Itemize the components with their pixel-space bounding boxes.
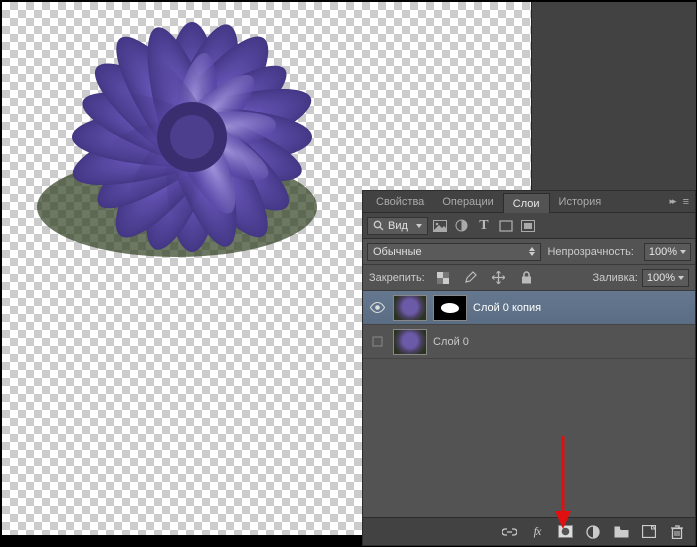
layers-panel: Свойства Операции Слои История ▸▸ ≡ Вид …	[362, 190, 696, 546]
layer-list[interactable]: Слой 0 копия Слой 0	[363, 291, 695, 517]
lock-pixels-icon[interactable]	[461, 268, 481, 288]
collapse-icon[interactable]: ▸▸	[670, 196, 675, 207]
layer-row[interactable]: Слой 0	[363, 325, 695, 359]
new-layer-icon[interactable]	[641, 524, 657, 540]
layer-thumbnail[interactable]	[393, 295, 427, 321]
lock-label: Закрепить:	[369, 272, 425, 284]
lock-all-icon[interactable]	[517, 268, 537, 288]
layer-thumbnail[interactable]	[393, 329, 427, 355]
new-group-icon[interactable]	[613, 524, 629, 540]
visibility-toggle[interactable]	[367, 336, 387, 347]
visibility-off-icon	[372, 336, 383, 347]
chevron-down-icon	[680, 250, 686, 254]
chevron-down-icon	[678, 276, 684, 280]
filter-smart-icon[interactable]	[518, 216, 538, 236]
filter-shape-icon[interactable]	[496, 216, 516, 236]
tab-history[interactable]: История	[550, 192, 611, 211]
add-mask-icon[interactable]	[557, 524, 573, 540]
eye-icon	[370, 302, 385, 313]
layer-name[interactable]: Слой 0	[433, 336, 469, 348]
lock-position-icon[interactable]	[489, 268, 509, 288]
blend-mode-value: Обычные	[373, 246, 422, 258]
blend-opacity-row: Обычные Непрозрачность: 100%	[363, 239, 695, 265]
filter-kind-label: Вид	[388, 220, 408, 232]
fill-value: 100%	[647, 272, 675, 284]
layer-row[interactable]: Слой 0 копия	[363, 291, 695, 325]
lock-transparency-icon[interactable]	[433, 268, 453, 288]
tab-layers[interactable]: Слои	[503, 193, 550, 213]
search-icon	[373, 220, 384, 231]
layer-name[interactable]: Слой 0 копия	[473, 302, 541, 314]
tab-properties[interactable]: Свойства	[367, 192, 433, 211]
fill-label: Заливка:	[592, 272, 637, 284]
filter-adjustment-icon[interactable]	[452, 216, 472, 236]
blend-mode-dropdown[interactable]: Обычные	[367, 243, 541, 261]
chevron-down-icon	[416, 224, 422, 228]
filter-kind-dropdown[interactable]: Вид	[367, 217, 428, 235]
panel-menu-icon[interactable]: ≡	[683, 196, 689, 208]
opacity-input[interactable]: 100%	[644, 243, 691, 261]
fill-input[interactable]: 100%	[642, 269, 689, 287]
filter-image-icon[interactable]	[430, 216, 450, 236]
flower-image	[0, 0, 422, 342]
filter-bar: Вид T	[363, 213, 695, 239]
panel-tabs: Свойства Операции Слои История ▸▸ ≡	[363, 191, 695, 213]
lock-fill-row: Закрепить: Заливка: 100%	[363, 265, 695, 291]
side-panel-upper	[531, 2, 696, 190]
tab-actions[interactable]: Операции	[433, 192, 502, 211]
panel-footer: fx	[363, 517, 695, 545]
visibility-toggle[interactable]	[367, 302, 387, 313]
filter-type-icon[interactable]: T	[474, 216, 494, 236]
opacity-label: Непрозрачность:	[547, 246, 633, 258]
link-layers-icon[interactable]	[501, 524, 517, 540]
opacity-value: 100%	[649, 246, 677, 258]
delete-layer-icon[interactable]	[669, 524, 685, 540]
adjustment-layer-icon[interactable]	[585, 524, 601, 540]
layer-mask-thumbnail[interactable]	[433, 295, 467, 321]
fx-icon[interactable]: fx	[529, 524, 545, 540]
